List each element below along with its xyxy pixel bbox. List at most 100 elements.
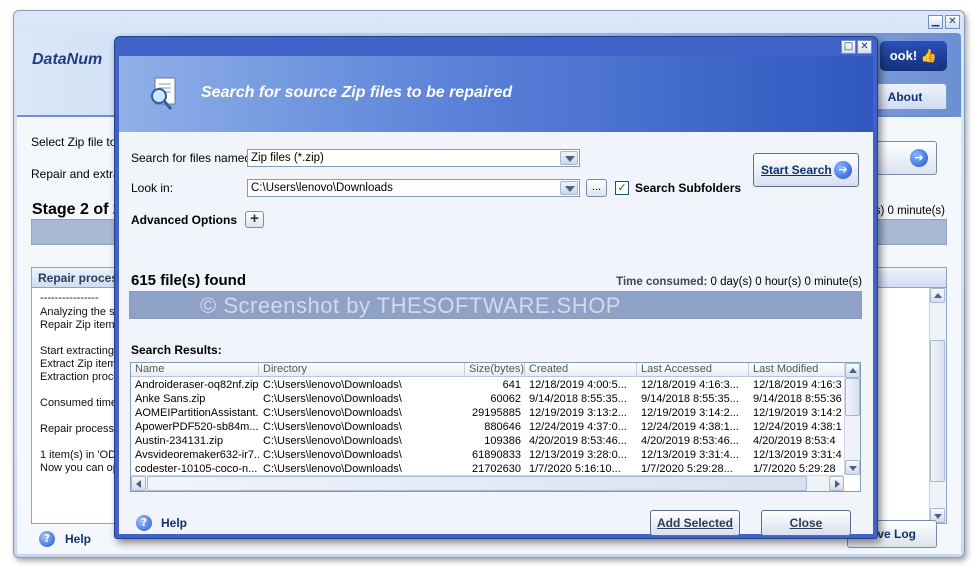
log-scroll-thumb[interactable] [930,340,945,482]
cell-created: 12/24/2019 4:37:0... [529,421,627,433]
dialog-title: Search for source Zip files to be repair… [201,84,513,101]
cell-directory: C:\Users\lenovo\Downloads\ [263,435,402,447]
cell-directory: C:\Users\lenovo\Downloads\ [263,379,402,391]
cell-directory: C:\Users\lenovo\Downloads\ [263,463,402,475]
add-selected-button[interactable]: Add Selected [650,510,740,536]
look-in-select[interactable]: C:\Users\lenovo\Downloads [247,179,580,197]
log-line: Repair Zip item [40,319,115,331]
cell-size: 29195885 [472,407,521,419]
cell-last-accessed: 12/19/2019 3:14:2... [641,407,739,419]
cell-created: 12/19/2019 3:13:2... [529,407,627,419]
search-results-table[interactable]: Name Directory Size(bytes) Created Last … [130,362,861,492]
browse-button[interactable]: ... [586,179,607,197]
search-subfolders-checkbox[interactable]: ✓ [615,181,629,195]
column-header-name[interactable]: Name [131,363,259,377]
look-in-label: Look in: [131,181,174,195]
log-line: Now you can op [40,462,119,474]
close-button[interactable]: Close [761,510,851,536]
cell-last-modified: 12/19/2019 3:14:2 [753,407,842,419]
help-icon[interactable]: ? [136,515,152,531]
watermark: © Screenshot by THESOFTWARE.SHOP [200,293,621,318]
maximize-icon[interactable]: □ [841,40,856,54]
arrow-right-icon: ➔ [834,161,852,179]
search-results-label: Search Results: [131,343,222,357]
cell-created: 12/13/2019 3:28:0... [529,449,627,461]
column-header-created[interactable]: Created [525,363,637,377]
cell-size: 21702630 [472,463,521,475]
file-type-value: Zip files (*.zip) [251,152,324,164]
cell-last-accessed: 9/14/2018 8:55:35... [641,393,739,405]
main-help-label: Help [65,532,92,546]
stage-label: Stage 2 of 2 [32,201,122,218]
column-header-size[interactable]: Size(bytes) [465,363,525,377]
start-search-button[interactable]: Start Search ➔ [753,153,859,187]
cell-name: Androideraser-oq82nf.zip [135,379,259,391]
table-row[interactable]: Austin-234131.zip C:\Users\lenovo\Downloa… [131,434,845,448]
elapsed-time: r(s) 0 minute(s) [867,205,945,217]
table-row[interactable]: Anke Sans.zip C:\Users\lenovo\Downloads\ 6… [131,392,845,406]
results-vertical-scrollbar[interactable] [844,363,860,475]
search-named-label: Search for files named: [131,151,255,165]
log-line: ---------------- [40,292,99,304]
dialog-body: Search for source Zip files to be repair… [119,56,873,536]
cell-size: 880646 [484,421,521,433]
dialog-titlebar: □ ✕ [115,37,877,56]
help-icon: ? [39,531,55,547]
results-vscroll-thumb[interactable] [845,378,860,416]
scroll-right-icon[interactable] [829,476,844,491]
log-line: Extract Zip item [40,358,117,370]
chevron-down-icon[interactable] [560,151,578,165]
file-type-select[interactable]: Zip files (*.zip) [247,149,580,167]
time-consumed: Time consumed: 0 day(s) 0 hour(s) 0 minu… [616,276,862,288]
cell-last-accessed: 12/13/2019 3:31:4... [641,449,739,461]
search-dialog: □ ✕ Search for source Zip files to be re… [114,36,878,539]
cell-name: Austin-234131.zip [135,435,224,447]
column-header-directory[interactable]: Directory [259,363,465,377]
repair-extract-label: Repair and extrac [31,167,126,181]
log-line: 1 item(s) in 'ODI [40,449,120,461]
table-row[interactable]: AOMEIPartitionAssistant... C:\Users\lenov… [131,406,845,420]
dialog-help-button[interactable]: Help [161,516,187,530]
log-line: Consumed time: [40,397,121,409]
scroll-up-icon[interactable] [845,363,860,378]
cell-directory: C:\Users\lenovo\Downloads\ [263,421,402,433]
cell-name: codester-10105-coco-n... [135,463,258,475]
table-row[interactable]: Avsvideoremaker632-ir7... C:\Users\lenovo… [131,448,845,462]
arrow-right-icon: ➔ [910,149,928,167]
scroll-down-icon[interactable] [845,460,860,475]
close-icon[interactable]: ✕ [945,15,960,29]
cell-last-accessed: 4/20/2019 8:53:46... [641,435,739,447]
table-header: Name Directory Size(bytes) Created Last … [131,363,845,377]
table-row[interactable]: ApowerPDF520-sb84m... C:\Users\lenovo\Dow… [131,420,845,434]
cell-directory: C:\Users\lenovo\Downloads\ [263,449,402,461]
column-header-last-accessed[interactable]: Last Accessed [637,363,749,377]
search-progress-bar: © Screenshot by THESOFTWARE.SHOP [129,291,862,319]
close-icon[interactable]: ✕ [857,40,872,54]
results-hscroll-thumb[interactable] [147,476,807,491]
time-consumed-value: 0 day(s) 0 hour(s) 0 minute(s) [710,276,862,288]
search-subfolders-label: Search Subfolders [635,181,742,195]
cell-name: Avsvideoremaker632-ir7... [135,449,259,461]
cell-size: 109386 [484,435,521,447]
column-header-last-modified[interactable]: Last Modified [749,363,845,377]
minimize-icon[interactable]: ▁ [928,15,943,29]
table-row[interactable]: Androideraser-oq82nf.zip C:\Users\lenovo\… [131,378,845,392]
cell-directory: C:\Users\lenovo\Downloads\ [263,393,402,405]
cell-created: 1/7/2020 5:16:10... [529,463,621,475]
results-horizontal-scrollbar[interactable] [131,475,844,491]
advanced-options-label: Advanced Options [131,213,238,227]
facebook-like-button[interactable]: ook! 👍 [879,41,947,71]
cell-last-modified: 12/24/2019 4:38:1 [753,421,842,433]
scroll-left-icon[interactable] [131,476,146,491]
main-titlebar: ▁ ✕ [14,11,964,33]
scroll-up-icon[interactable] [930,288,945,303]
cell-last-modified: 12/18/2019 4:16:3 [753,379,842,391]
chevron-down-icon[interactable] [560,181,578,195]
expand-plus-icon[interactable]: + [245,211,264,228]
table-row[interactable]: codester-10105-coco-n... C:\Users\lenovo\… [131,462,845,475]
main-help-button[interactable]: ? Help [39,531,92,547]
log-scrollbar[interactable] [929,288,946,523]
log-line: Repair process [40,423,114,435]
select-zip-label: Select Zip file to b [31,135,127,149]
dialog-header: Search for source Zip files to be repair… [119,56,873,132]
